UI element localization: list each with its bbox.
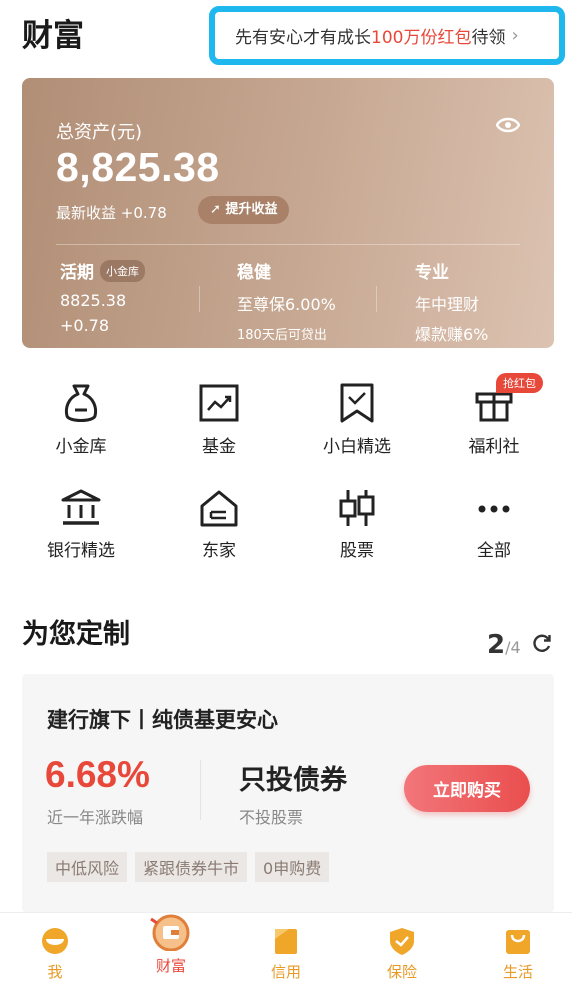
grid-item-dongjia[interactable]: 东家 xyxy=(159,488,279,561)
chevron-right-icon: › xyxy=(511,25,519,46)
tab-me[interactable]: 我 xyxy=(15,913,95,982)
grid-label: 东家 xyxy=(202,541,236,561)
grid-label: 基金 xyxy=(202,437,236,457)
house-icon xyxy=(200,490,238,527)
promo-prefix: 先有安心才有成长 xyxy=(235,28,371,48)
grid-item-selection[interactable]: 小白精选 xyxy=(297,382,417,457)
refresh-icon[interactable] xyxy=(532,633,552,653)
tab-label: 信用 xyxy=(270,963,301,981)
column-current[interactable]: 活期 小金库 8825.38 +0.78 xyxy=(60,258,145,335)
grid-item-all[interactable]: 全部 xyxy=(434,488,554,561)
grid-item-bank[interactable]: 银行精选 xyxy=(21,488,141,561)
bottom-tab-bar: 我 财富 信用 保险 生活 xyxy=(0,912,572,984)
bag-icon xyxy=(506,930,530,954)
product-tags: 中低风险 紧跟债券牛市 0申购费 xyxy=(47,852,330,882)
tab-wealth[interactable]: 财富 xyxy=(131,913,211,976)
divider xyxy=(199,286,200,312)
grid-label: 小白精选 xyxy=(323,437,391,457)
tab-credit[interactable]: 信用 xyxy=(246,913,326,982)
rate-label: 近一年涨跌幅 xyxy=(47,808,144,827)
column-title: 活期 xyxy=(60,263,94,283)
product-type-sub: 不投股票 xyxy=(239,808,304,827)
red-packet-badge: 抢红包 xyxy=(496,373,543,393)
money-bag-icon xyxy=(64,384,98,422)
shield-icon xyxy=(390,928,414,955)
column-line1: 年中理财 xyxy=(415,295,480,314)
promo-highlight: 100万份红包 xyxy=(371,28,472,48)
promo-banner[interactable]: 先有安心才有成长 100万份红包 待领 › xyxy=(209,6,565,65)
column-line1: 至尊保6.00% xyxy=(237,295,336,314)
column-line2: 180天后可贷出 xyxy=(237,328,327,343)
column-title: 专业 xyxy=(415,263,449,283)
face-icon xyxy=(42,928,68,954)
buy-now-button[interactable]: 立即购买 xyxy=(404,765,530,812)
section-title: 为您定制 xyxy=(22,619,130,650)
column-steady[interactable]: 稳健 至尊保6.00% 180天后可贷出 xyxy=(237,258,336,343)
product-rate: 6.68% xyxy=(45,754,150,795)
grid-item-fund[interactable]: 基金 xyxy=(159,382,279,457)
grid-label: 小金库 xyxy=(55,437,107,457)
eye-icon[interactable] xyxy=(496,116,520,134)
arrow-up-icon: ➚ xyxy=(210,202,221,217)
product-card[interactable]: 建行旗下丨纯债基更安心 6.68% 近一年涨跌幅 只投债券 不投股票 立即购买 … xyxy=(22,674,554,912)
page-indicator: 2/4 xyxy=(487,630,521,660)
bookmark-icon xyxy=(340,383,374,423)
column-line2: +0.78 xyxy=(60,316,110,335)
column-tag: 小金库 xyxy=(100,259,145,282)
page-title: 财富 xyxy=(22,18,84,54)
more-icon xyxy=(478,505,510,513)
candlestick-icon xyxy=(339,490,375,526)
asset-label: 总资产(元) xyxy=(56,122,143,143)
grid-label: 股票 xyxy=(340,541,374,561)
grid-item-stocks[interactable]: 股票 xyxy=(297,488,417,561)
page-total: /4 xyxy=(505,638,521,657)
divider xyxy=(376,286,377,312)
grid-item-welfare[interactable]: 福利社 xyxy=(434,382,554,457)
tab-life[interactable]: 生活 xyxy=(478,913,558,982)
divider xyxy=(200,760,201,820)
tab-label: 财富 xyxy=(155,957,186,975)
product-title: 建行旗下丨纯债基更安心 xyxy=(47,708,278,732)
promo-suffix: 待领 xyxy=(471,28,506,48)
total-asset-value: 8,825.38 xyxy=(56,144,220,190)
wallet-icon xyxy=(150,914,190,951)
product-tag: 中低风险 xyxy=(47,852,128,882)
tab-label: 我 xyxy=(47,963,63,981)
tab-label: 生活 xyxy=(502,963,533,981)
column-line1: 8825.38 xyxy=(60,291,127,310)
grid-item-xiaojinku[interactable]: 小金库 xyxy=(21,382,141,457)
product-type: 只投债券 xyxy=(239,765,347,796)
boost-earnings-button[interactable]: ➚ 提升收益 xyxy=(198,196,290,224)
asset-card[interactable]: 总资产(元) 8,825.38 最新收益 +0.78 ➚ 提升收益 活期 小金库 … xyxy=(22,78,554,348)
boost-label: 提升收益 xyxy=(225,202,278,217)
header: 财富 先有安心才有成长 100万份红包 待领 › xyxy=(0,0,572,74)
card-icon xyxy=(275,929,297,954)
tab-label: 保险 xyxy=(386,963,417,981)
column-pro[interactable]: 专业 年中理财 爆款赚6% xyxy=(415,258,488,345)
column-line2: 爆款赚6% xyxy=(415,325,489,344)
bank-icon xyxy=(61,489,101,525)
latest-earnings: 最新收益 +0.78 xyxy=(56,204,167,222)
product-tag: 紧跟债券牛市 xyxy=(135,852,248,882)
chart-icon xyxy=(199,384,239,422)
column-title: 稳健 xyxy=(237,263,271,283)
grid-label: 全部 xyxy=(477,541,511,561)
grid-label: 银行精选 xyxy=(47,541,115,561)
grid-label: 福利社 xyxy=(468,437,520,457)
product-tag: 0申购费 xyxy=(255,852,330,882)
page-current: 2 xyxy=(487,630,506,660)
tab-insurance[interactable]: 保险 xyxy=(362,913,442,982)
divider xyxy=(56,244,520,245)
wealth-page: 财富 先有安心才有成长 100万份红包 待领 › 总资产(元) 8,825.38… xyxy=(0,0,572,984)
